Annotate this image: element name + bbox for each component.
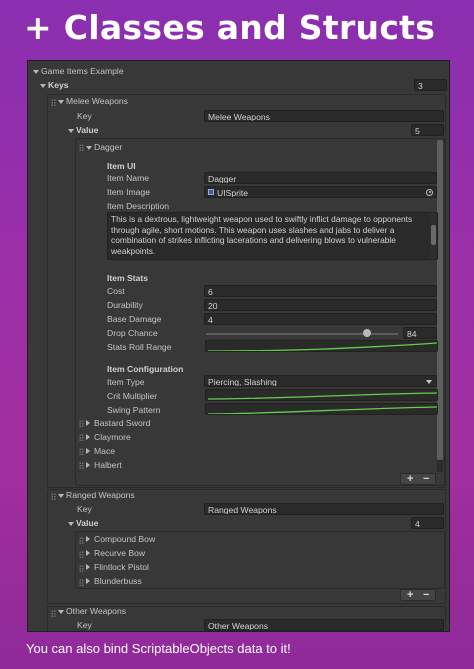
base-damage-field[interactable]: 4 xyxy=(204,313,437,325)
fold-arrow-icon xyxy=(86,462,90,468)
add-element-button[interactable]: + xyxy=(407,473,413,485)
add-element-button[interactable]: + xyxy=(407,589,413,601)
item-type-label: Item Type xyxy=(107,377,145,387)
drag-handle-icon[interactable] xyxy=(51,610,56,617)
melee-header: Melee Weapons xyxy=(66,96,128,106)
scrollbar[interactable] xyxy=(437,140,443,472)
curve-graph xyxy=(207,406,437,414)
dagger-label: Dagger xyxy=(94,142,123,152)
item-name-label: Item Name xyxy=(107,173,150,183)
drag-handle-icon[interactable] xyxy=(51,493,56,500)
item-stats-header: Item Stats xyxy=(107,273,149,283)
footer-caption: You can also bind ScriptableObjects data… xyxy=(26,641,291,656)
curve-graph xyxy=(207,392,437,400)
crit-multiplier-label: Crit Multiplier xyxy=(107,391,158,401)
item-type-value: Piercing, Slashing xyxy=(208,377,277,387)
object-field-icon xyxy=(208,189,214,195)
stats-roll-range-label: Stats Roll Range xyxy=(107,342,172,352)
ranged-item-label: Compound Bow xyxy=(94,534,156,544)
drag-handle-icon[interactable] xyxy=(79,448,84,455)
ranged-item-label: Flintlock Pistol xyxy=(94,562,149,572)
drag-handle-icon[interactable] xyxy=(79,434,84,441)
fold-arrow-icon xyxy=(40,84,46,88)
fold-arrow-icon xyxy=(86,434,90,440)
ranged-item-label: Recurve Bow xyxy=(94,548,146,558)
item-description-field[interactable]: This is a dextrous, lightweight weapon u… xyxy=(107,212,438,260)
cost-field[interactable]: 6 xyxy=(204,285,437,297)
melee-item-label: Mace xyxy=(94,446,116,456)
keys-count-field[interactable]: 3 xyxy=(414,79,447,91)
ranged-header: Ranged Weapons xyxy=(66,490,135,500)
inspector-panel: Game Items Example Keys 3 Melee Weapons … xyxy=(27,60,450,632)
item-image-value: UISprite xyxy=(217,188,249,198)
melee-key-label: Key xyxy=(77,111,92,121)
crit-multiplier-curve[interactable] xyxy=(205,389,438,401)
keys-label: Keys xyxy=(48,80,69,90)
drop-chance-field[interactable]: 84 xyxy=(403,327,437,339)
fold-arrow-icon xyxy=(86,550,90,556)
cost-label: Cost xyxy=(107,286,125,296)
ranged-key-label: Key xyxy=(77,504,92,514)
drag-handle-icon[interactable] xyxy=(79,144,84,151)
stats-roll-range-curve[interactable] xyxy=(205,340,438,352)
fold-arrow-icon xyxy=(86,578,90,584)
item-type-dropdown[interactable]: Piercing, Slashing xyxy=(204,375,437,387)
drag-handle-icon[interactable] xyxy=(79,420,84,427)
drag-handle-icon[interactable] xyxy=(79,565,84,572)
item-image-label: Item Image xyxy=(107,187,150,197)
melee-item-label: Claymore xyxy=(94,432,131,442)
drag-handle-icon[interactable] xyxy=(51,99,56,106)
durability-field[interactable]: 20 xyxy=(204,299,437,311)
other-key-label: Key xyxy=(77,620,92,630)
remove-element-button[interactable]: − xyxy=(423,473,429,485)
other-key-field[interactable]: Other Weapons xyxy=(204,619,444,631)
item-configuration-header: Item Configuration xyxy=(107,364,184,374)
fold-arrow-icon xyxy=(58,494,64,498)
fold-arrow-icon xyxy=(58,610,64,614)
description-scrollbar[interactable] xyxy=(430,213,436,259)
ranged-key-field[interactable]: Ranged Weapons xyxy=(204,503,444,515)
fold-arrow-icon xyxy=(86,146,92,150)
ranged-item-label: Blunderbuss xyxy=(94,576,142,586)
fold-arrow-icon xyxy=(86,448,90,454)
melee-value-count-field[interactable]: 5 xyxy=(411,124,444,136)
durability-label: Durability xyxy=(107,300,143,310)
swing-pattern-curve[interactable] xyxy=(205,403,438,415)
fold-arrow-icon xyxy=(68,522,74,526)
swing-pattern-label: Swing Pattern xyxy=(107,405,161,415)
item-name-field[interactable]: Dagger xyxy=(204,172,437,184)
drop-chance-label: Drop Chance xyxy=(107,328,158,338)
fold-arrow-icon xyxy=(58,100,64,104)
ranged-value-label: Value xyxy=(76,518,99,528)
other-header: Other Weapons xyxy=(66,606,127,616)
remove-element-button[interactable]: − xyxy=(423,589,429,601)
melee-item-label: Halbert xyxy=(94,460,122,470)
fold-arrow-icon xyxy=(86,536,90,542)
dropdown-arrow-icon xyxy=(426,380,432,384)
drag-handle-icon[interactable] xyxy=(79,551,84,558)
fold-arrow-icon xyxy=(68,129,74,133)
melee-list-footer: + − xyxy=(400,473,436,485)
curve-graph xyxy=(207,342,437,351)
fold-arrow-icon xyxy=(86,564,90,570)
root-label: Game Items Example xyxy=(41,66,124,76)
drag-handle-icon[interactable] xyxy=(79,579,84,586)
fold-arrow-icon xyxy=(86,420,90,426)
drag-handle-icon[interactable] xyxy=(79,537,84,544)
target-picker-icon[interactable] xyxy=(426,188,433,196)
headline: + Classes and Structs xyxy=(24,8,436,47)
melee-item-label: Bastard Sword xyxy=(94,418,151,428)
fold-arrow-icon xyxy=(33,70,39,74)
drag-handle-icon[interactable] xyxy=(79,462,84,469)
melee-key-field[interactable]: Melee Weapons xyxy=(204,110,444,122)
ranged-value-count-field[interactable]: 4 xyxy=(411,517,444,529)
melee-value-label: Value xyxy=(76,125,99,135)
description-scrollbar-thumb[interactable] xyxy=(430,225,436,245)
item-image-field[interactable]: UISprite xyxy=(204,186,437,198)
ranged-list-footer: + − xyxy=(400,589,436,601)
base-damage-label: Base Damage xyxy=(107,314,162,324)
